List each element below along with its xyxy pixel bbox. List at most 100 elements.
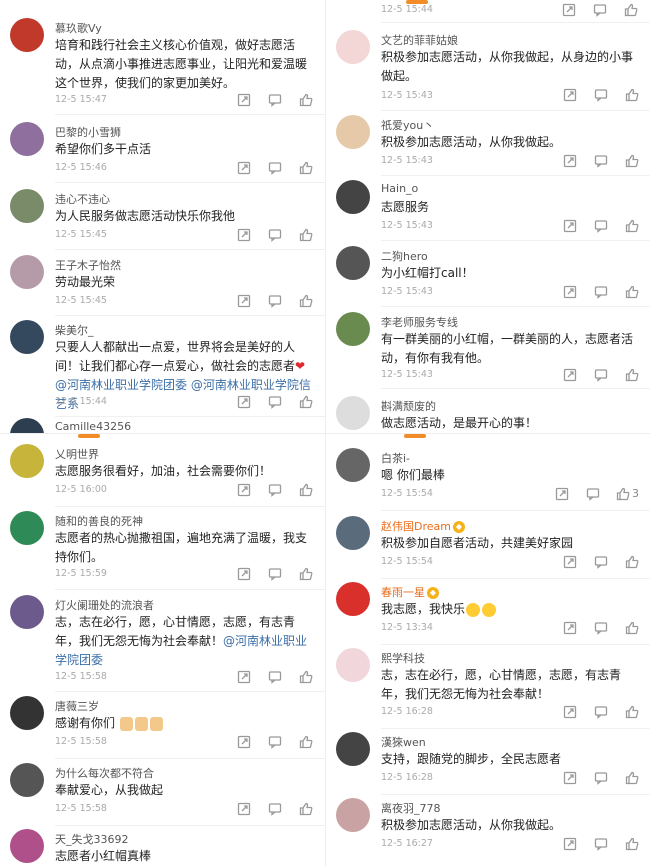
comment-icon[interactable] — [593, 153, 608, 168]
username[interactable]: 赵伟国Dream ◆ — [381, 518, 465, 534]
avatar[interactable] — [336, 246, 370, 280]
repost-icon[interactable] — [236, 227, 251, 242]
avatar[interactable] — [10, 418, 44, 433]
comment-icon[interactable] — [267, 669, 282, 684]
like-icon[interactable] — [624, 367, 639, 382]
like-icon[interactable] — [298, 734, 313, 749]
like-icon[interactable] — [298, 482, 313, 497]
comment-icon[interactable] — [267, 160, 282, 175]
repost-icon[interactable] — [562, 770, 577, 785]
comment-icon[interactable] — [267, 227, 282, 242]
username[interactable]: Hain_o — [381, 182, 418, 195]
repost-icon[interactable] — [236, 92, 251, 107]
avatar[interactable] — [10, 18, 44, 52]
repost-icon[interactable] — [562, 218, 577, 233]
username[interactable]: 熙学科技 — [381, 650, 425, 666]
username[interactable]: 灯火阑珊处的流浪者 — [55, 597, 154, 613]
comment-icon[interactable] — [585, 486, 600, 501]
like-icon[interactable] — [624, 770, 639, 785]
comment-icon[interactable] — [267, 801, 282, 816]
repost-icon[interactable] — [561, 2, 576, 17]
repost-icon[interactable] — [236, 669, 251, 684]
username[interactable]: 柴美尔_ — [55, 322, 94, 338]
comment-icon[interactable] — [267, 92, 282, 107]
avatar[interactable] — [336, 115, 370, 149]
username[interactable]: 离夜羽_778 — [381, 800, 441, 816]
username[interactable]: 二狗hero — [381, 248, 428, 264]
avatar[interactable] — [10, 122, 44, 156]
like-icon[interactable] — [298, 92, 313, 107]
like-icon[interactable] — [623, 2, 638, 17]
like-icon[interactable] — [298, 293, 313, 308]
avatar[interactable] — [336, 396, 370, 430]
username[interactable]: 巴黎的小雪狮 — [55, 124, 121, 140]
comment-icon[interactable] — [267, 566, 282, 581]
repost-icon[interactable] — [236, 482, 251, 497]
comment-icon[interactable] — [267, 482, 282, 497]
like-icon[interactable] — [298, 394, 313, 409]
username[interactable]: 白茶i- — [381, 450, 410, 466]
like-icon[interactable] — [624, 218, 639, 233]
comment-icon[interactable] — [593, 87, 608, 102]
avatar[interactable] — [10, 255, 44, 289]
repost-icon[interactable] — [562, 87, 577, 102]
avatar[interactable] — [336, 732, 370, 766]
username[interactable]: 漢猍wen — [381, 734, 426, 750]
comment-icon[interactable] — [593, 770, 608, 785]
repost-icon[interactable] — [562, 704, 577, 719]
comment-icon[interactable] — [267, 734, 282, 749]
like-icon[interactable] — [298, 669, 313, 684]
like-icon[interactable] — [624, 284, 639, 299]
username[interactable]: 违心不违心 — [55, 191, 110, 207]
username[interactable]: 唐薇三岁 — [55, 698, 99, 714]
comment-icon[interactable] — [593, 836, 608, 851]
like-icon[interactable]: 3 — [616, 486, 639, 501]
like-icon[interactable] — [298, 566, 313, 581]
avatar[interactable] — [10, 696, 44, 730]
username[interactable]: 慕玖歌Vy — [55, 20, 102, 36]
username[interactable]: 王子木子怡然 — [55, 257, 121, 273]
comment-icon[interactable] — [593, 554, 608, 569]
avatar[interactable] — [10, 829, 44, 863]
avatar[interactable] — [336, 448, 370, 482]
username[interactable]: 乂明世界 — [55, 446, 99, 462]
comment-icon[interactable] — [593, 620, 608, 635]
like-icon[interactable] — [298, 227, 313, 242]
repost-icon[interactable] — [562, 620, 577, 635]
comment-icon[interactable] — [593, 704, 608, 719]
avatar[interactable] — [10, 595, 44, 629]
username[interactable]: 天_失戈33692 — [55, 831, 129, 847]
avatar[interactable] — [336, 180, 370, 214]
repost-icon[interactable] — [236, 566, 251, 581]
avatar[interactable] — [336, 582, 370, 616]
repost-icon[interactable] — [236, 160, 251, 175]
comment-icon[interactable] — [592, 2, 607, 17]
repost-icon[interactable] — [236, 293, 251, 308]
like-icon[interactable] — [624, 153, 639, 168]
repost-icon[interactable] — [562, 284, 577, 299]
avatar[interactable] — [336, 516, 370, 550]
comment-icon[interactable] — [267, 293, 282, 308]
like-icon[interactable] — [624, 704, 639, 719]
like-icon[interactable] — [624, 836, 639, 851]
like-icon[interactable] — [624, 620, 639, 635]
username[interactable]: 李老师服务专线 — [381, 314, 458, 330]
avatar[interactable] — [10, 444, 44, 478]
repost-icon[interactable] — [236, 801, 251, 816]
repost-icon[interactable] — [562, 836, 577, 851]
repost-icon[interactable] — [236, 394, 251, 409]
username[interactable]: Camille43256 — [55, 420, 131, 433]
repost-icon[interactable] — [554, 486, 569, 501]
avatar[interactable] — [336, 798, 370, 832]
username[interactable]: 斟满颓废的 — [381, 398, 436, 414]
repost-icon[interactable] — [562, 367, 577, 382]
username[interactable]: 文艺的菲菲姑娘 — [381, 32, 458, 48]
avatar[interactable] — [336, 312, 370, 346]
repost-icon[interactable] — [562, 554, 577, 569]
username[interactable]: 春雨一星 ◆ — [381, 584, 439, 600]
like-icon[interactable] — [298, 801, 313, 816]
like-icon[interactable] — [624, 87, 639, 102]
avatar[interactable] — [10, 763, 44, 797]
username[interactable]: 为什么每次都不符合 — [55, 765, 154, 781]
avatar[interactable] — [336, 648, 370, 682]
